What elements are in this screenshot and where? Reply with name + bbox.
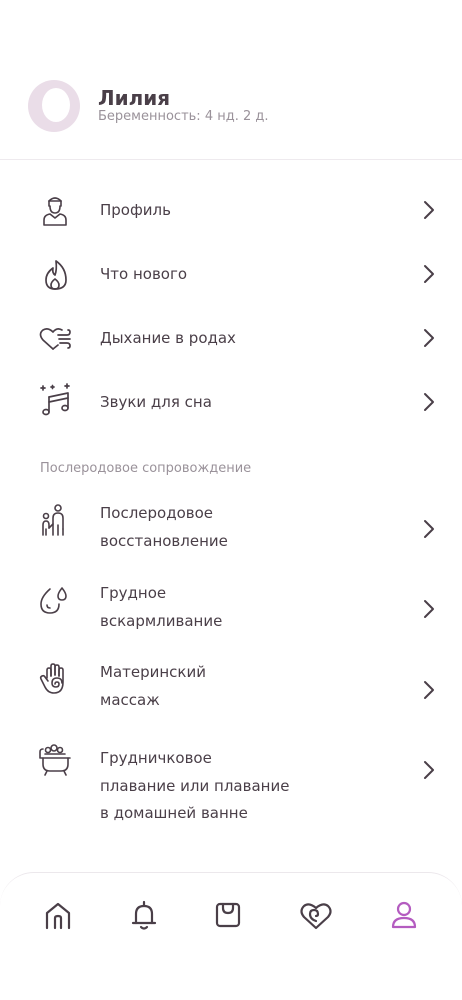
menu-item-label: Грудное [100,584,167,602]
chevron-right-icon [420,327,438,349]
bell-icon [124,895,164,935]
section-title: Послеродовое сопровождение [40,461,252,476]
avatar[interactable] [28,80,80,132]
user-icon [384,895,424,935]
menu-item-label: Профиль [100,201,171,219]
tab-home[interactable] [38,895,78,935]
menu-item-postpartum-recovery[interactable]: Послеродовое восстановление [0,499,462,559]
menu-item-label: вскармливание [100,612,223,630]
menu-item-label: плавание или плавание [100,777,290,795]
home-icon [38,895,78,935]
tab-shop[interactable] [208,895,248,935]
tab-care[interactable] [296,895,336,935]
menu-item-label: Материнский [100,663,206,681]
hand-spiral-icon [38,662,72,696]
chevron-right-icon [420,391,438,413]
menu-item-sleep-sounds[interactable]: Звуки для сна [0,374,462,430]
profile-header: Лилия Беременность: 4 нд. 2 д. [0,0,462,160]
tab-notifications[interactable] [124,895,164,935]
user-name: Лилия [98,86,171,110]
milk-drops-icon [38,583,72,617]
menu-item-breastfeeding[interactable]: Грудное вскармливание [0,579,462,639]
bag-icon [208,895,248,935]
heart-breath-icon [38,321,72,355]
bathtub-icon [38,744,72,778]
menu-item-whats-new[interactable]: Что нового [0,246,462,302]
tab-profile[interactable] [384,895,424,935]
chevron-right-icon [420,759,438,781]
heart-swirl-icon [296,895,336,935]
profile-person-icon [38,193,72,227]
menu-item-label: Дыхание в родах [100,329,236,347]
music-note-icon [38,383,72,417]
menu-item-label: Послеродовое [100,504,214,522]
chevron-right-icon [420,199,438,221]
chevron-right-icon [420,679,438,701]
chevron-right-icon [420,598,438,620]
menu-item-massage[interactable]: Материнский массаж [0,658,462,718]
menu-item-label: в домашней ванне [100,804,248,822]
menu-item-baby-swimming[interactable]: Грудничковое плавание или плавание в дом… [0,744,462,830]
pregnancy-status: Беременность: 4 нд. 2 д. [98,109,269,124]
chevron-right-icon [420,518,438,540]
chevron-right-icon [420,263,438,285]
flame-icon [38,257,72,291]
mother-child-icon [38,503,72,537]
menu-item-label: Что нового [100,265,188,283]
menu-item-label: Грудничковое [100,749,212,767]
menu-item-label: восстановление [100,532,228,550]
menu-item-breathing[interactable]: Дыхание в родах [0,310,462,366]
menu-item-profile[interactable]: Профиль [0,182,462,238]
divider [0,159,462,160]
menu-item-label: массаж [100,691,160,709]
menu-item-label: Звуки для сна [100,393,212,411]
bottom-tab-bar [0,872,462,1000]
